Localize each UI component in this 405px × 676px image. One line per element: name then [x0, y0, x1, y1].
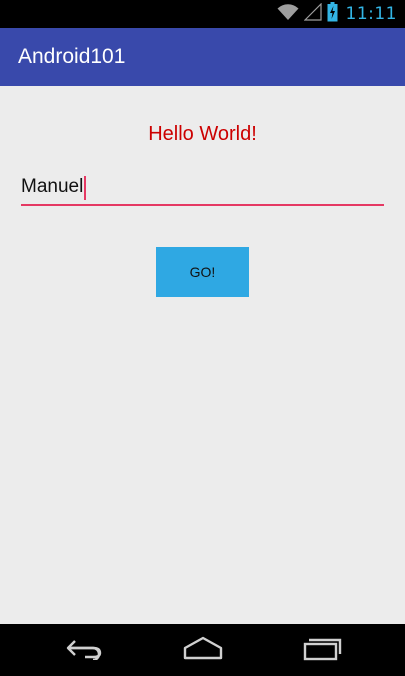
app-title: Android101 [18, 45, 126, 68]
status-time: 11:11 [345, 4, 397, 24]
status-bar: 11:11 [0, 0, 405, 28]
name-input[interactable] [21, 172, 384, 206]
app-screen: 11:11 Android101 Hello World! GO! [0, 0, 405, 676]
name-input-container [21, 172, 384, 206]
status-icons: 11:11 [277, 0, 398, 28]
back-icon [65, 636, 103, 665]
recents-icon [302, 635, 342, 666]
home-icon [183, 636, 223, 665]
signal-icon [303, 2, 322, 26]
text-cursor [84, 176, 86, 200]
app-bar: Android101 [0, 28, 405, 86]
go-button[interactable]: GO! [156, 247, 249, 297]
wifi-icon [277, 3, 299, 26]
home-button[interactable] [178, 634, 228, 666]
battery-charging-icon [327, 1, 338, 27]
back-button[interactable] [59, 634, 109, 666]
nav-bar [0, 624, 405, 676]
recents-button[interactable] [297, 634, 347, 666]
hello-text: Hello World! [148, 123, 257, 145]
